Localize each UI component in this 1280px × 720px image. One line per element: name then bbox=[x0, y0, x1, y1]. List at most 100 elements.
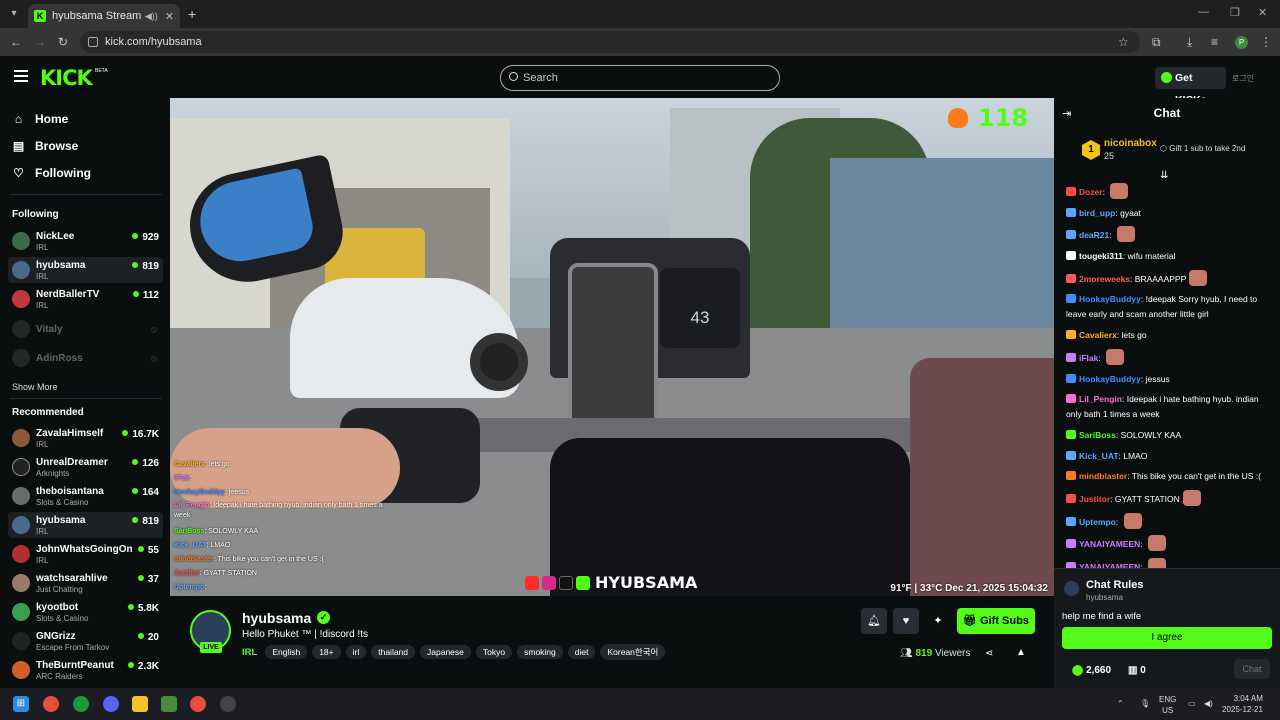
chat-username[interactable]: Justitor bbox=[1079, 494, 1110, 504]
extensions-icon[interactable]: ⧉ bbox=[1152, 35, 1161, 50]
report-icon[interactable]: ▲ bbox=[1016, 647, 1026, 658]
gift-subs-button[interactable]: 🎁︎ Gift Subs bbox=[957, 608, 1035, 634]
following-channel-hyubsama[interactable]: hyubsama IRL 819 bbox=[8, 257, 163, 283]
start-icon[interactable]: ⊞ bbox=[13, 696, 29, 712]
category-link[interactable]: IRL bbox=[242, 647, 257, 658]
file-explorer-icon[interactable] bbox=[132, 696, 148, 712]
tag[interactable]: smoking bbox=[517, 645, 563, 659]
recommended-channel-watchsarahlive[interactable]: watchsarahlive Just Chatting 37 bbox=[8, 570, 163, 596]
discord-icon[interactable] bbox=[103, 696, 119, 712]
recommended-channel-hyubsama[interactable]: hyubsama IRL 819 bbox=[8, 512, 163, 538]
follow-heart-button[interactable]: ♥ bbox=[893, 608, 919, 634]
chat-username[interactable]: Cavalierx bbox=[1079, 330, 1117, 340]
browser-menu-icon[interactable]: ⋮ bbox=[1260, 35, 1272, 49]
subs-count[interactable]: ▥ 0 bbox=[1128, 665, 1146, 676]
login-button[interactable]: 로그인 bbox=[1232, 73, 1254, 84]
minimize-button[interactable]: — bbox=[1198, 6, 1209, 18]
browser-tab[interactable]: K hyubsama Stream - Watch ◀)) ✕ bbox=[28, 4, 180, 28]
recommended-channel-theburntpeanut[interactable]: TheBurntPeanut ARC Raiders 2.3K bbox=[8, 657, 163, 683]
get-kicks-button[interactable]: Get KICKs bbox=[1155, 67, 1226, 106]
site-info-icon[interactable] bbox=[88, 37, 98, 47]
nav-browse[interactable]: ▤ Browse bbox=[12, 136, 79, 156]
following-channel-nerdballertv[interactable]: NerdBallerTV IRL 112 bbox=[8, 286, 163, 312]
minecraft-icon[interactable] bbox=[161, 696, 177, 712]
microphone-icon[interactable]: 🎙︎ bbox=[1140, 699, 1150, 708]
show-more-link[interactable]: Show More bbox=[12, 382, 58, 392]
reload-icon[interactable]: ↻ bbox=[58, 35, 68, 49]
menu-icon[interactable] bbox=[14, 70, 28, 82]
recommended-channel-theboisantana[interactable]: theboisantana Slots & Casino 164 bbox=[8, 483, 163, 509]
nav-following-label: Following bbox=[35, 166, 91, 180]
chat-username[interactable]: YANAIYAMEEN bbox=[1079, 539, 1140, 549]
gift-prompt[interactable]: ⬡ Gift 1 sub to take 2nd bbox=[1160, 144, 1245, 153]
reading-list-icon[interactable]: ≡ bbox=[1211, 35, 1218, 49]
chat-username[interactable]: mindblaster bbox=[1079, 471, 1127, 481]
tag[interactable]: English bbox=[265, 645, 308, 659]
notification-bell-button[interactable]: 🔔︎ bbox=[861, 608, 887, 634]
nav-home[interactable]: ⌂ Home bbox=[12, 109, 68, 129]
following-channel-nicklee[interactable]: NickLee IRL 929 bbox=[8, 228, 163, 254]
following-channel-vitaly[interactable]: Vitaly ⦸ bbox=[8, 316, 163, 342]
tag[interactable]: thailand bbox=[371, 645, 416, 659]
system-clock[interactable]: 3:04 AM 2025-12-21 bbox=[1222, 693, 1263, 715]
app-icon[interactable] bbox=[220, 696, 236, 712]
chat-username[interactable]: HookayBuddyy bbox=[1079, 294, 1141, 304]
recommended-channel-unrealdreamer[interactable]: UnrealDreamer Arknights 126 bbox=[8, 454, 163, 480]
xbox-icon[interactable] bbox=[73, 696, 89, 712]
tag[interactable]: diet bbox=[567, 645, 596, 659]
chat-username[interactable]: tougeki311 bbox=[1079, 251, 1123, 261]
download-icon[interactable]: ⤓ bbox=[1187, 35, 1192, 50]
search-input[interactable]: Search bbox=[500, 65, 780, 91]
kick-logo[interactable]: KICK bbox=[40, 66, 93, 90]
tag[interactable]: Korean한국어 bbox=[600, 644, 666, 660]
chat-username[interactable]: iFlak bbox=[1079, 353, 1098, 363]
agree-button[interactable]: I agree bbox=[1062, 627, 1272, 649]
chat-send-button[interactable]: Chat bbox=[1234, 659, 1270, 679]
share-icon[interactable]: ⋖ bbox=[985, 648, 993, 659]
tag[interactable]: Tokyo bbox=[475, 645, 513, 659]
kicks-balance[interactable]: ⬤ 2,660 bbox=[1072, 665, 1111, 676]
chat-username[interactable]: deaR21 bbox=[1079, 230, 1109, 240]
chat-username[interactable]: Uptempo bbox=[1079, 517, 1116, 527]
tray-overflow-icon[interactable]: ⌃ bbox=[1117, 699, 1124, 708]
chat-username[interactable]: 2moreweeks bbox=[1079, 274, 1130, 284]
chat-username[interactable]: Kick_UAT bbox=[1079, 451, 1119, 461]
user-badge-icon bbox=[1066, 330, 1076, 340]
chat-username[interactable]: Dozer bbox=[1079, 187, 1103, 197]
url-field[interactable]: kick.com/hyubsama bbox=[80, 31, 1140, 53]
top-gifter-name[interactable]: nicoinabox bbox=[1104, 138, 1157, 149]
tag[interactable]: irl bbox=[345, 645, 367, 659]
language-indicator[interactable]: ENG US bbox=[1159, 694, 1176, 716]
tag[interactable]: 18+ bbox=[312, 645, 341, 659]
profile-avatar[interactable]: P bbox=[1235, 36, 1248, 49]
recommended-channel-zavalahimself[interactable]: ZavalaHimself IRL 16.7K bbox=[8, 425, 163, 451]
following-channel-adinross[interactable]: AdinRoss ⦸ bbox=[8, 345, 163, 371]
chat-username[interactable]: HookayBuddyy bbox=[1079, 374, 1141, 384]
bookmark-star-icon[interactable]: ☆ bbox=[1118, 35, 1129, 49]
recommended-channel-kyootbot[interactable]: kyootbot Slots & Casino 5.8K bbox=[8, 599, 163, 625]
chrome-active-icon[interactable] bbox=[190, 696, 206, 712]
chrome-icon[interactable] bbox=[43, 696, 59, 712]
tag[interactable]: Japanese bbox=[420, 645, 471, 659]
chat-username[interactable]: bird_upp bbox=[1079, 208, 1115, 218]
tab-close-icon[interactable]: ✕ bbox=[165, 10, 174, 23]
video-player[interactable]: 43 118 Cavalierx: lets go iFlak: HookayB… bbox=[170, 98, 1054, 596]
channel-name: UnrealDreamer bbox=[36, 457, 108, 468]
network-icon[interactable]: ▭ bbox=[1188, 699, 1196, 708]
window-close-button[interactable]: ✕ bbox=[1258, 6, 1267, 19]
back-icon[interactable]: ← bbox=[10, 35, 22, 49]
new-tab-button[interactable]: + bbox=[188, 6, 196, 22]
channel-name[interactable]: hyubsama bbox=[242, 610, 311, 626]
chat-username[interactable]: Lil_Pengin bbox=[1079, 394, 1122, 404]
recommended-channel-johnwhatsgoingon[interactable]: JohnWhatsGoingOn IRL 55 bbox=[8, 541, 163, 567]
volume-icon[interactable]: ◀) bbox=[1204, 699, 1213, 708]
chat-username[interactable]: SariBoss bbox=[1079, 430, 1116, 440]
sparkle-button[interactable]: ✦ bbox=[925, 608, 951, 634]
recommended-channel-gngrizz[interactable]: GNGrizz Escape From Tarkov 20 bbox=[8, 628, 163, 654]
maximize-button[interactable]: ❐ bbox=[1230, 6, 1240, 19]
nav-following[interactable]: ♡ Following bbox=[12, 163, 91, 183]
channel-category: IRL bbox=[36, 527, 49, 536]
expand-pinned-icon[interactable]: ⇊ bbox=[1160, 170, 1168, 181]
tab-search-icon[interactable]: ▾ bbox=[6, 6, 22, 22]
forward-icon[interactable]: → bbox=[34, 35, 46, 49]
